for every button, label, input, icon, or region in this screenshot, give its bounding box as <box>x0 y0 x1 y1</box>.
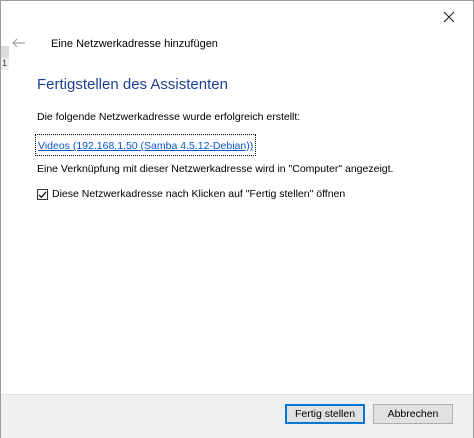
finish-button[interactable]: Fertig stellen <box>285 404 365 424</box>
cancel-button[interactable]: Abbrechen <box>373 404 453 424</box>
wizard-title: Eine Netzwerkadresse hinzufügen <box>51 38 218 50</box>
close-button[interactable] <box>435 5 463 29</box>
open-location-checkbox[interactable] <box>37 188 48 200</box>
open-location-checkbox-label: Diese Netzwerkadresse nach Klicken auf "… <box>52 188 346 200</box>
wizard-window: 1 Eine Netzwerkadresse hinzufügen Fertig… <box>0 0 474 438</box>
network-location-link[interactable]: Videos (192.168.1.50 (Samba 4.5.12-Debia… <box>38 140 253 152</box>
background-window-strip <box>1 46 9 58</box>
background-window-text: 1 <box>2 58 8 68</box>
page-heading: Fertigstellen des Assistenten <box>37 76 228 93</box>
shortcut-info-text: Eine Verknüpfung mit dieser Netzwerkadre… <box>37 163 394 175</box>
open-location-checkbox-row[interactable]: Diese Netzwerkadresse nach Klicken auf "… <box>37 188 345 200</box>
close-icon <box>443 11 455 23</box>
location-link-focus: Videos (192.168.1.50 (Samba 4.5.12-Debia… <box>35 134 257 156</box>
checkmark-icon <box>38 190 47 198</box>
success-text: Die folgende Netzwerkadresse wurde erfol… <box>37 111 301 123</box>
back-arrow-icon <box>12 38 25 48</box>
back-button[interactable] <box>10 35 28 51</box>
wizard-footer: Fertig stellen Abbrechen <box>1 394 473 438</box>
